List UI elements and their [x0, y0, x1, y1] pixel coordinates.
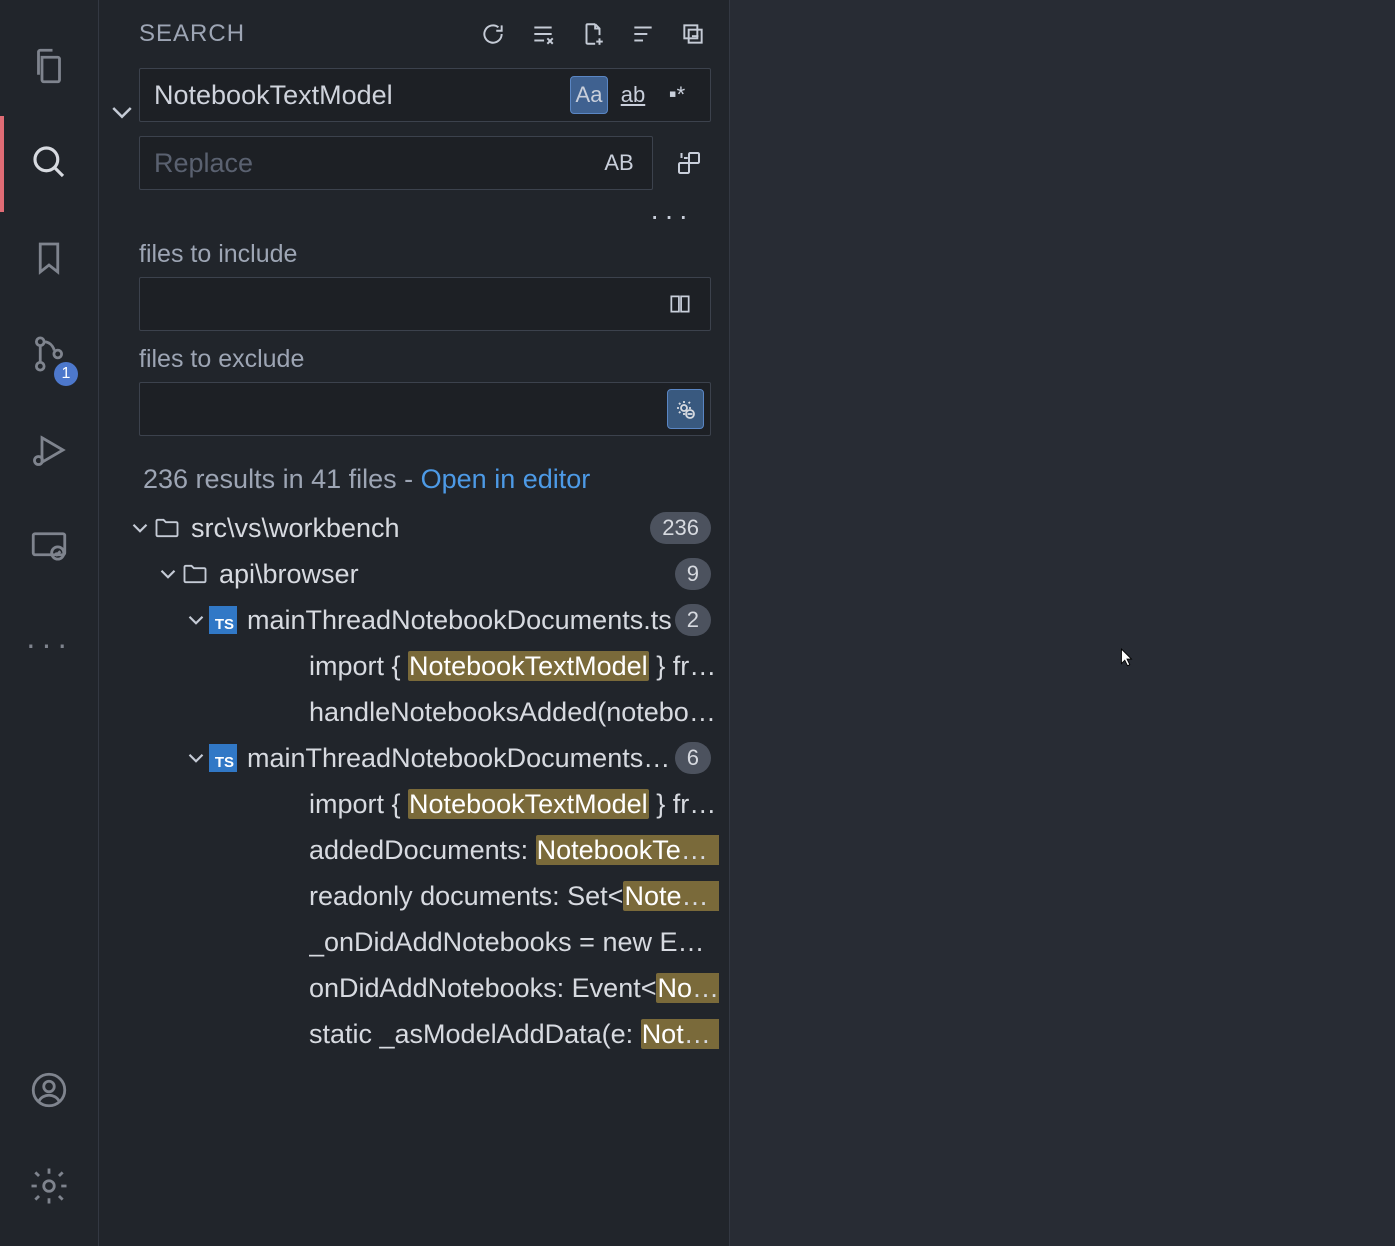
sidebar-header: SEARCH [99, 10, 729, 68]
use-exclude-settings-toggle[interactable] [667, 389, 704, 429]
count-badge: 2 [675, 604, 711, 636]
replace-input[interactable] [154, 148, 600, 179]
clear-results-icon[interactable] [529, 20, 557, 48]
match-row[interactable]: import { NotebookTextModel } from 'vs/w… [99, 643, 729, 689]
match-row[interactable]: readonly documents: Set<NotebookText… [99, 873, 729, 919]
more-tab[interactable]: ··· [0, 596, 98, 692]
match-case-toggle[interactable]: Aa [570, 76, 608, 114]
files-include-input[interactable] [154, 289, 661, 320]
tree-label: mainThreadNotebookDocuments… [247, 743, 675, 774]
collapse-all-icon[interactable] [679, 20, 707, 48]
match-row[interactable]: addedDocuments: NotebookTextModel[]; [99, 827, 729, 873]
match-row[interactable]: import { NotebookTextModel } from 'vs/w… [99, 781, 729, 827]
files-icon [28, 45, 70, 92]
explorer-tab[interactable] [0, 20, 98, 116]
replace-all-button[interactable] [667, 141, 711, 185]
match-text: _onDidAddNotebooks = new Emitter<No… [309, 927, 719, 958]
match-text: static _asModelAddData(e: NotebookText… [309, 1019, 719, 1050]
match-row[interactable]: static _asModelAddData(e: NotebookText… [99, 1011, 729, 1057]
ellipsis-icon: ··· [26, 626, 73, 663]
match-row[interactable]: handleNotebooksAdded(notebooks: read… [99, 689, 729, 735]
match-row[interactable]: onDidAddNotebooks: Event<NotebookTe… [99, 965, 729, 1011]
match-text: handleNotebooksAdded(notebooks: read… [309, 697, 719, 728]
file-row[interactable]: TS mainThreadNotebookDocuments…6 [99, 735, 729, 781]
regex-toggle[interactable]: ▪* [658, 76, 696, 114]
count-badge: 6 [675, 742, 711, 774]
sidebar-title: SEARCH [139, 20, 245, 48]
count-badge: 9 [675, 558, 711, 590]
bookmark-icon [28, 237, 70, 284]
folder-row[interactable]: src\vs\workbench236 [99, 505, 729, 551]
results-summary: 236 results in 41 files - Open in editor [143, 464, 729, 495]
results-tree: src\vs\workbench236api\browser9TSmainThr… [99, 505, 729, 1246]
debug-icon [28, 429, 70, 476]
match-text: addedDocuments: NotebookTextModel[]; [309, 835, 719, 866]
gear-icon [28, 1165, 70, 1212]
replace-input-wrap: AB [139, 136, 653, 190]
view-as-tree-icon[interactable] [629, 20, 657, 48]
open-in-editor-link[interactable]: Open in editor [421, 464, 591, 494]
tree-label: api\browser [219, 559, 675, 590]
count-badge: 236 [650, 512, 711, 544]
bookmarks-tab[interactable] [0, 212, 98, 308]
tree-label: src\vs\workbench [191, 513, 650, 544]
remote-tab[interactable] [0, 500, 98, 596]
mouse-cursor [1120, 648, 1134, 668]
settings-tab[interactable] [0, 1140, 98, 1236]
files-exclude-label: files to exclude [139, 345, 711, 374]
typescript-file-icon: TS [209, 606, 237, 634]
match-text: onDidAddNotebooks: Event<NotebookTe… [309, 973, 719, 1004]
source-control-tab[interactable]: 1 [0, 308, 98, 404]
match-text: import { NotebookTextModel } from 'vs/w… [309, 651, 719, 682]
tree-label: mainThreadNotebookDocuments.ts [247, 605, 675, 636]
match-text: readonly documents: Set<NotebookText… [309, 881, 719, 912]
header-actions [479, 20, 707, 48]
toggle-search-details[interactable]: ··· [99, 200, 711, 232]
search-input[interactable] [154, 80, 570, 111]
editor-area [730, 0, 1395, 1246]
activity-bar: 1 ··· [0, 0, 98, 1246]
files-include-label: files to include [139, 240, 711, 269]
new-search-editor-icon[interactable] [579, 20, 607, 48]
match-whole-word-toggle[interactable]: ab [614, 76, 652, 114]
file-row[interactable]: TS mainThreadNotebookDocuments.ts2 [99, 597, 729, 643]
search-sidebar: SEARCH Aa ab ▪* [98, 0, 730, 1246]
search-tab[interactable] [0, 116, 98, 212]
files-exclude-input-wrap [139, 382, 711, 436]
accounts-tab[interactable] [0, 1044, 98, 1140]
only-open-editors-toggle[interactable] [661, 284, 698, 324]
folder-row[interactable]: api\browser9 [99, 551, 729, 597]
match-text: import { NotebookTextModel } from 'vs/w… [309, 789, 719, 820]
search-icon [28, 141, 70, 188]
remote-icon [28, 525, 70, 572]
files-exclude-input[interactable] [154, 394, 667, 425]
match-row[interactable]: _onDidAddNotebooks = new Emitter<No… [99, 919, 729, 965]
run-debug-tab[interactable] [0, 404, 98, 500]
refresh-icon[interactable] [479, 20, 507, 48]
account-icon [28, 1069, 70, 1116]
preserve-case-toggle[interactable]: AB [600, 144, 638, 182]
files-include-input-wrap [139, 277, 711, 331]
search-form: Aa ab ▪* AB ··· files to include [99, 68, 729, 450]
search-input-wrap: Aa ab ▪* [139, 68, 711, 122]
typescript-file-icon: TS [209, 744, 237, 772]
toggle-replace-icon[interactable] [107, 98, 137, 133]
scm-badge: 1 [54, 362, 78, 386]
results-count-text: 236 results in 41 files - [143, 464, 421, 494]
